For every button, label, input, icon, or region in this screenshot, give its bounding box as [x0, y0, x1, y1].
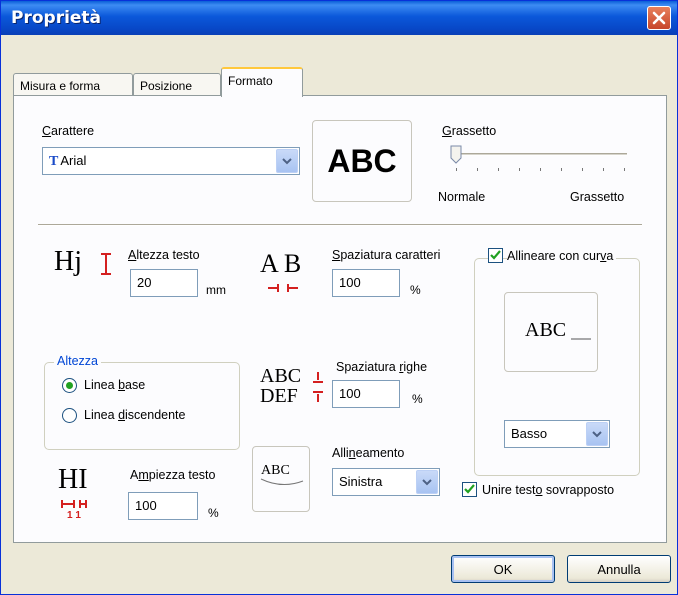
descender-label: Linea discendente: [84, 408, 186, 422]
checkmark-icon: [490, 250, 501, 260]
text-height-label: Altezza testo: [128, 248, 200, 262]
close-button[interactable]: [647, 6, 671, 30]
line-spacing-input[interactable]: 100: [332, 380, 400, 408]
text-height-input[interactable]: 20: [130, 269, 198, 297]
alignment-dropdown-button[interactable]: [416, 470, 438, 494]
close-icon: [652, 11, 666, 25]
chevron-down-icon: [592, 431, 602, 438]
merge-overlap-checkbox[interactable]: [462, 482, 477, 497]
title-bar[interactable]: Proprietà: [1, 1, 677, 35]
font-preview-text: ABC: [327, 142, 397, 179]
char-spacing-label: Spaziatura caratteri: [332, 248, 441, 262]
char-spacing-input[interactable]: 100: [332, 269, 400, 297]
tab-panel-formato: Carattere T Arial ABC Grassetto Normale …: [13, 95, 667, 543]
curve-label: Allineare con curva: [507, 249, 617, 263]
height-group: [44, 362, 240, 450]
truetype-icon: T: [49, 154, 59, 169]
font-preview: ABC: [312, 120, 412, 202]
curve-baseline-icon: [260, 478, 304, 485]
bold-slider[interactable]: [442, 144, 642, 184]
cancel-button[interactable]: Annulla: [567, 555, 671, 583]
tab-formato[interactable]: Formato: [221, 67, 303, 97]
curve-position-value: Basso: [511, 426, 548, 441]
line-spacing-unit: %: [412, 392, 423, 406]
height-group-title: Altezza: [54, 354, 101, 368]
spacing-arrows-icon: [268, 284, 298, 292]
line-spacing-arrows-icon: [313, 372, 323, 402]
tab-label: Misura e forma: [20, 79, 101, 93]
tab-label: Formato: [228, 74, 273, 88]
bold-label: Grassetto: [442, 124, 497, 138]
char-spacing-icon: A B: [260, 249, 301, 292]
width-arrows-icon: [61, 500, 87, 508]
text-height-unit: mm: [206, 283, 226, 297]
separator: [38, 224, 642, 226]
font-select[interactable]: T Arial: [42, 147, 300, 175]
curve-position-select[interactable]: Basso: [504, 420, 610, 448]
curve-position-dropdown-button[interactable]: [586, 422, 608, 446]
height-marker-icon: [101, 253, 111, 275]
text-width-unit: %: [208, 506, 219, 520]
chevron-down-icon: [282, 158, 292, 165]
line-spacing-label: Spaziatura righe: [336, 360, 428, 374]
properties-dialog: Proprietà Misura e forma Posizione Forma…: [0, 0, 678, 595]
text-width-label: Ampiezza testo: [130, 468, 216, 482]
curve-checkbox[interactable]: [488, 248, 503, 263]
bold-min-label: Normale: [438, 190, 486, 204]
window-title: Proprietà: [11, 8, 102, 28]
baseline-radio[interactable]: [62, 378, 77, 393]
bold-max-label: Grassetto: [570, 190, 625, 204]
text-width-icon: HI 1 1: [58, 464, 88, 521]
line-spacing-icon: ABC DEF: [260, 366, 323, 406]
alignment-label: Allineamento: [332, 446, 405, 460]
curve-preview-text: ABC: [525, 319, 567, 341]
text-height-icon: Hj: [54, 246, 111, 278]
font-label: Carattere: [42, 124, 95, 138]
dialog-client: Misura e forma Posizione Formato Caratte…: [5, 35, 673, 592]
text-width-input[interactable]: 100: [128, 492, 198, 520]
alignment-select[interactable]: Sinistra: [332, 468, 440, 496]
font-dropdown-button[interactable]: [276, 149, 298, 173]
radio-selected-dot: [66, 382, 73, 389]
descender-radio[interactable]: [62, 408, 77, 423]
ok-button[interactable]: OK: [451, 555, 555, 583]
baseline-line-icon: [571, 338, 591, 340]
alignment-value: Sinistra: [339, 474, 383, 489]
alignment-preview: ABC: [252, 446, 310, 512]
chevron-down-icon: [422, 479, 432, 486]
baseline-label: Linea base: [84, 378, 146, 392]
curve-preview: ABC: [504, 292, 598, 372]
char-spacing-unit: %: [410, 283, 421, 297]
merge-overlap-label: Unire testo sovrapposto: [482, 483, 615, 497]
slider-thumb: [450, 145, 462, 164]
checkmark-icon: [464, 484, 475, 494]
tab-label: Posizione: [140, 79, 193, 93]
font-select-value: Arial: [60, 153, 87, 168]
